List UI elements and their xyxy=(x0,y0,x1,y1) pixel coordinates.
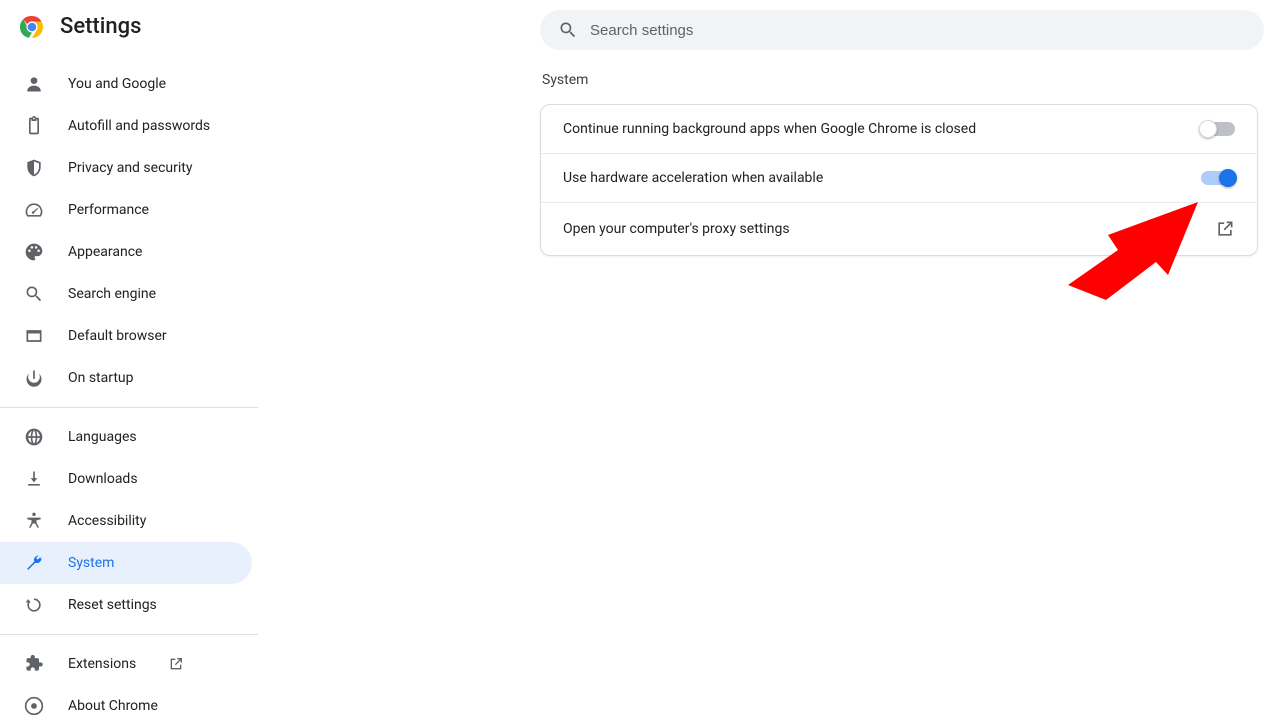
sidebar-item-autofill[interactable]: Autofill and passwords xyxy=(0,105,252,147)
chrome-logo-icon xyxy=(20,15,44,39)
hardware-acceleration-toggle[interactable] xyxy=(1201,171,1235,185)
row-hardware-acceleration[interactable]: Use hardware acceleration when available xyxy=(541,153,1257,202)
search-icon xyxy=(24,284,44,304)
user-icon xyxy=(24,74,44,94)
sidebar-item-performance[interactable]: Performance xyxy=(0,189,252,231)
sidebar-item-you-and-google[interactable]: You and Google xyxy=(0,63,252,105)
globe-icon xyxy=(24,427,44,447)
sidebar-item-label: Reset settings xyxy=(68,597,157,613)
sidebar-item-accessibility[interactable]: Accessibility xyxy=(0,500,252,542)
wrench-icon xyxy=(24,553,44,573)
speed-icon xyxy=(24,200,44,220)
row-label: Use hardware acceleration when available xyxy=(563,170,823,186)
sidebar-item-label: System xyxy=(68,555,114,571)
sidebar-item-label: Default browser xyxy=(68,328,167,344)
sidebar-item-label: Languages xyxy=(68,429,137,445)
search-icon xyxy=(558,20,578,40)
extension-icon xyxy=(24,654,44,674)
sidebar-item-label: Appearance xyxy=(68,244,142,260)
row-background-apps[interactable]: Continue running background apps when Go… xyxy=(541,105,1257,153)
sidebar-item-languages[interactable]: Languages xyxy=(0,416,252,458)
sidebar-item-label: Privacy and security xyxy=(68,160,192,176)
clipboard-icon xyxy=(24,116,44,136)
power-icon xyxy=(24,368,44,388)
divider xyxy=(0,407,258,408)
search-input[interactable] xyxy=(590,22,1246,39)
chrome-icon xyxy=(24,696,44,716)
system-settings-card: Continue running background apps when Go… xyxy=(540,104,1258,256)
sidebar-item-privacy[interactable]: Privacy and security xyxy=(0,147,252,189)
row-proxy-settings[interactable]: Open your computer's proxy settings xyxy=(541,202,1257,255)
palette-icon xyxy=(24,242,44,262)
sidebar-item-label: Performance xyxy=(68,202,149,218)
download-icon xyxy=(24,469,44,489)
page-title: Settings xyxy=(60,14,141,39)
background-apps-toggle[interactable] xyxy=(1201,122,1235,136)
row-label: Open your computer's proxy settings xyxy=(563,221,790,237)
sidebar-item-label: On startup xyxy=(68,370,134,386)
sidebar-item-label: Downloads xyxy=(68,471,138,487)
sidebar-item-startup[interactable]: On startup xyxy=(0,357,252,399)
row-label: Continue running background apps when Go… xyxy=(563,121,976,137)
window-icon xyxy=(24,326,44,346)
shield-icon xyxy=(24,158,44,178)
sidebar-item-label: About Chrome xyxy=(68,698,158,714)
section-title: System xyxy=(540,72,1258,88)
sidebar-header: Settings xyxy=(0,0,258,55)
open-in-new-icon xyxy=(1215,219,1235,239)
sidebar-item-extensions[interactable]: Extensions xyxy=(0,643,252,685)
sidebar-item-about[interactable]: About Chrome xyxy=(0,685,252,727)
sidebar-item-downloads[interactable]: Downloads xyxy=(0,458,252,500)
sidebar-item-label: Extensions xyxy=(68,656,136,672)
accessibility-icon xyxy=(24,511,44,531)
sidebar-item-label: Autofill and passwords xyxy=(68,118,210,134)
sidebar-item-default-browser[interactable]: Default browser xyxy=(0,315,252,357)
sidebar-item-system[interactable]: System xyxy=(0,542,252,584)
sidebar-item-appearance[interactable]: Appearance xyxy=(0,231,252,273)
search-bar[interactable] xyxy=(540,10,1264,50)
open-in-new-icon xyxy=(168,656,184,672)
sidebar-item-label: Search engine xyxy=(68,286,156,302)
sidebar-item-search-engine[interactable]: Search engine xyxy=(0,273,252,315)
sidebar-item-label: You and Google xyxy=(68,76,166,92)
divider xyxy=(0,634,258,635)
restore-icon xyxy=(24,595,44,615)
sidebar-item-reset[interactable]: Reset settings xyxy=(0,584,252,626)
sidebar-item-label: Accessibility xyxy=(68,513,146,529)
